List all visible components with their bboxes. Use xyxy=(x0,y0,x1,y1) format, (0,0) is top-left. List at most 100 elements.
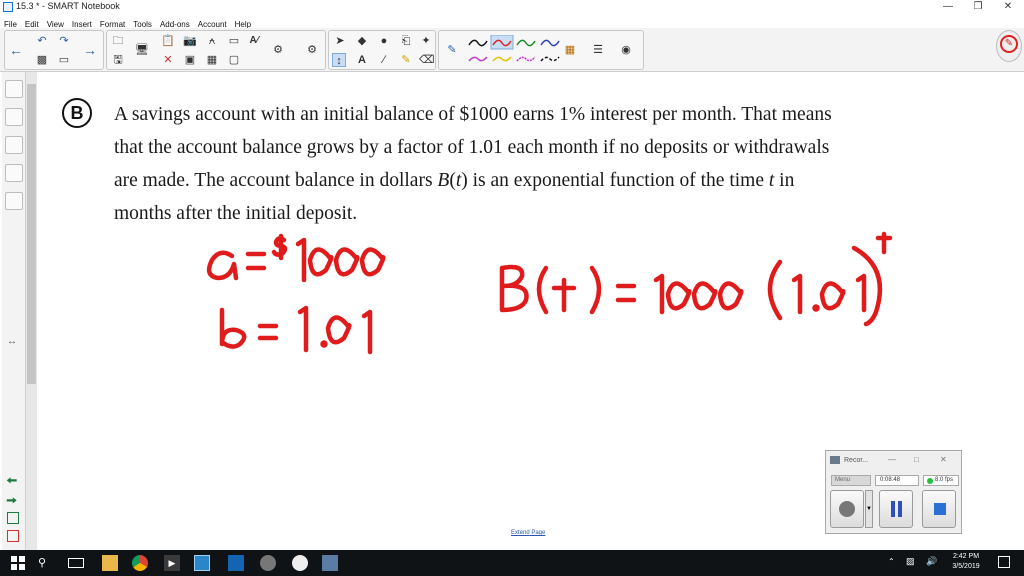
recorder-taskbar-icon[interactable] xyxy=(322,555,338,571)
recorder-menu-dropdown[interactable]: Menu xyxy=(831,475,871,486)
screen-icon[interactable]: 🖥 xyxy=(135,43,149,57)
screen-capture-icon[interactable]: ▣ xyxy=(183,53,197,67)
pause-icon-bar-2 xyxy=(898,501,902,517)
shape-icon[interactable]: ◆ xyxy=(355,34,369,48)
recorder-elapsed-time: 0:08:48 xyxy=(875,475,919,486)
taskbar: ⚲ ▶ ⌃ ▨ 🔊 xyxy=(0,550,1024,576)
toolbar-group-file: 🗀 🖫 🖥 📋 ✕ 📷 ▣ ⍲ ▦ ▭ ▢ A⁄ ⚙ ⚙ xyxy=(106,30,326,70)
close-button[interactable]: ✕ xyxy=(994,0,1022,14)
search-icon[interactable]: ⚲ xyxy=(38,555,54,571)
smart-notebook-taskbar-icon[interactable] xyxy=(194,555,210,571)
record-button[interactable] xyxy=(830,490,864,528)
line-style-icon[interactable]: ☰ xyxy=(591,43,605,57)
page-add-icon[interactable]: ▩ xyxy=(35,53,49,67)
undo-icon[interactable]: ↶ xyxy=(35,34,49,48)
document-camera-icon[interactable]: ⍲ xyxy=(205,34,219,48)
stop-button[interactable] xyxy=(922,490,956,528)
recorder-fps-value: 8.0 fps xyxy=(935,477,954,483)
outlook-icon[interactable] xyxy=(228,555,244,571)
recorder-minimize-button[interactable]: — xyxy=(888,455,896,464)
recorder-title: Recor... xyxy=(844,457,869,464)
restore-button[interactable]: ❐ xyxy=(964,0,992,14)
task-view-icon[interactable] xyxy=(68,558,84,568)
next-page-icon[interactable]: 🠪 xyxy=(6,490,17,514)
recorder-maximize-button[interactable]: □ xyxy=(914,455,919,464)
pause-button[interactable] xyxy=(879,490,913,528)
system-clock[interactable]: 2:42 PM 3/5/2019 xyxy=(944,552,988,572)
add-ons-tab[interactable] xyxy=(5,192,23,210)
volume-icon[interactable]: 🔊 xyxy=(926,556,937,567)
clock-time: 2:42 PM xyxy=(952,553,980,560)
windows-start-icon[interactable] xyxy=(10,555,26,571)
resize-handle-icon[interactable]: ↔ xyxy=(7,336,17,347)
toolbar: ← ↶ ↷ ▩ ▭ → 🗀 🖫 🖥 📋 ✕ 📷 ▣ ⍲ ▦ ▭ ▢ A⁄ ⚙ ⚙… xyxy=(0,28,1024,72)
recorder-close-button[interactable]: ✕ xyxy=(940,455,947,464)
screen-recorder-window: Recor... — □ ✕ Menu 0:08:48 8.0 fps ▼ xyxy=(825,450,962,534)
handwriting-a-equals-1000 xyxy=(206,233,386,283)
text-format-icon[interactable]: A⁄ xyxy=(247,34,261,48)
side-tabs: ↔ 🠨 🠪 xyxy=(2,72,26,550)
highlighter-icon[interactable]: ✎ xyxy=(399,53,413,67)
record-icon xyxy=(839,501,855,517)
text-icon[interactable]: A xyxy=(355,53,369,67)
gallery-tab[interactable] xyxy=(5,108,23,126)
pen-app-icon[interactable] xyxy=(292,555,308,571)
camera-icon[interactable]: 📷 xyxy=(183,34,197,48)
recording-status-dot xyxy=(927,478,933,484)
chrome-icon[interactable] xyxy=(132,555,148,571)
smart-notebook-app-icon xyxy=(3,2,13,12)
fill-icon[interactable]: ● xyxy=(377,34,391,48)
media-player-icon[interactable]: ▶ xyxy=(164,555,180,571)
delete-page-icon[interactable] xyxy=(7,530,19,542)
stop-icon xyxy=(934,503,946,515)
pen-icon[interactable]: ✎ xyxy=(445,43,459,57)
attachments-tab[interactable] xyxy=(5,136,23,154)
pen-tray-button[interactable]: ✎ xyxy=(996,30,1022,62)
add-ons-icon[interactable]: ⚙ xyxy=(271,43,285,57)
properties-tab[interactable] xyxy=(5,164,23,182)
properties-icon[interactable]: ◉ xyxy=(619,43,633,57)
select-icon[interactable]: ➤ xyxy=(333,34,347,48)
minimize-button[interactable]: — xyxy=(934,0,962,14)
snipping-tool-icon[interactable] xyxy=(260,555,276,571)
handwriting-formula xyxy=(499,231,893,327)
recorder-fps: 8.0 fps xyxy=(923,475,959,486)
open-icon[interactable]: 🗀 xyxy=(111,34,125,48)
page-sorter-tab[interactable] xyxy=(5,80,23,98)
save-icon[interactable]: 🖫 xyxy=(111,53,125,67)
add-page-icon[interactable] xyxy=(7,512,19,524)
tray-overflow-icon[interactable]: ⌃ xyxy=(888,557,895,566)
delete-icon[interactable]: ✕ xyxy=(161,53,175,67)
forward-arrow-icon[interactable]: → xyxy=(83,43,97,57)
clock-date: 3/5/2019 xyxy=(952,563,980,570)
file-explorer-icon[interactable] xyxy=(102,555,118,571)
toolbar-group-tools: ➤ ↕ ◆ A ● ∕ ⎗ ✎ ✦ ⌫ xyxy=(328,30,436,70)
handwriting-b-equals-1-01 xyxy=(219,305,373,355)
extend-page-link[interactable]: Extend Page xyxy=(511,530,545,536)
shape-box-icon[interactable]: ▭ xyxy=(227,34,241,48)
eraser-tool-icon[interactable]: ⌫ xyxy=(419,53,435,67)
eraser-icon[interactable]: ⎗ xyxy=(399,34,413,48)
page-delete-icon[interactable]: ▭ xyxy=(57,53,71,67)
measure-icon[interactable]: ↕ xyxy=(332,53,346,67)
magic-pen-icon[interactable]: ✦ xyxy=(419,34,433,48)
redo-icon[interactable]: ↷ xyxy=(57,34,71,48)
scrollbar-thumb[interactable] xyxy=(27,84,36,384)
menu-bar: File Edit View Insert Format Tools Add-ons Acco… xyxy=(0,14,1024,29)
color-palette-icon[interactable]: ▦ xyxy=(563,43,577,57)
red-pen-icon: ✎ xyxy=(1000,35,1018,53)
line-icon[interactable]: ∕ xyxy=(377,53,391,67)
screen-shade-icon[interactable]: ▢ xyxy=(227,53,241,67)
paste-icon[interactable]: 📋 xyxy=(161,34,175,48)
toolbar-group-navigation: ← ↶ ↷ ▩ ▭ → xyxy=(4,30,104,70)
record-options-button[interactable]: ▼ xyxy=(865,490,873,528)
recorder-camera-icon xyxy=(830,456,840,464)
vertical-scrollbar[interactable] xyxy=(26,72,37,550)
table-icon[interactable]: ▦ xyxy=(205,53,219,67)
back-arrow-icon[interactable]: ← xyxy=(9,43,23,57)
pause-icon-bar-1 xyxy=(891,501,895,517)
title-bar: 15.3 * - SMART Notebook — ❐ ✕ xyxy=(0,0,1024,14)
settings-icon[interactable]: ⚙ xyxy=(305,43,319,57)
notifications-icon[interactable] xyxy=(998,556,1010,568)
network-icon[interactable]: ▨ xyxy=(906,556,915,567)
